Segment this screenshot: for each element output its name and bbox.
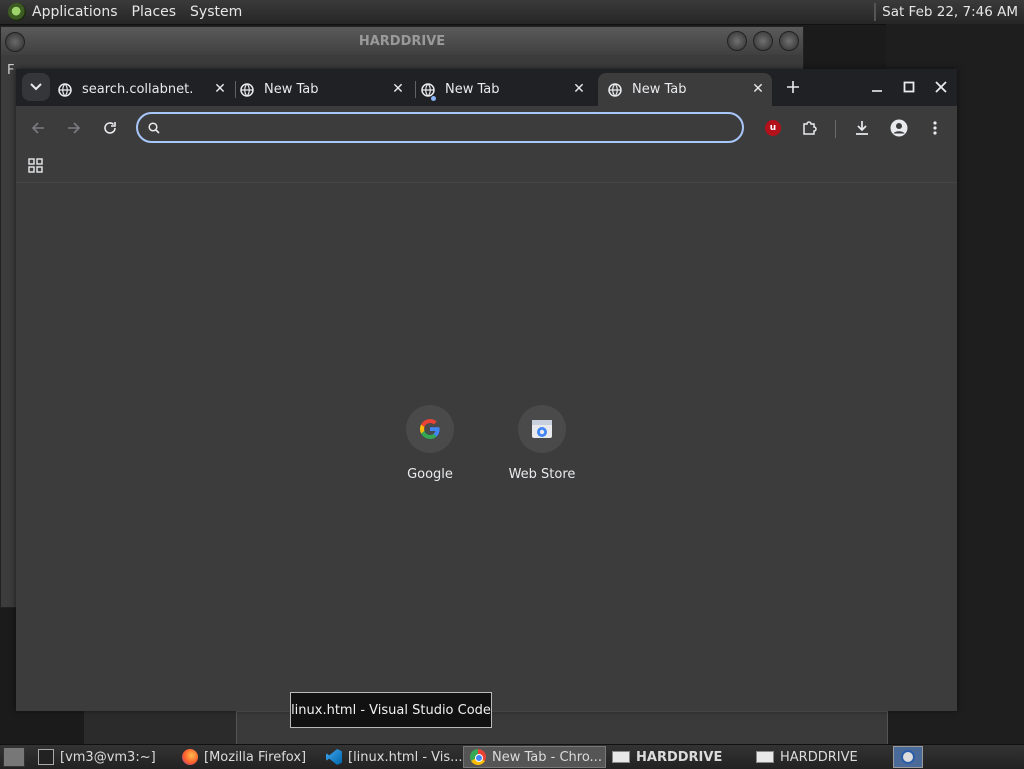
download-icon bbox=[856, 121, 868, 135]
task-label: HARDDRIVE bbox=[780, 749, 858, 765]
task-label: [Mozilla Firefox] bbox=[204, 749, 307, 765]
chrome-icon bbox=[901, 750, 915, 764]
shortcut-label: Google bbox=[407, 467, 453, 482]
minimize-button[interactable] bbox=[864, 75, 890, 99]
task-label: [vm3@vm3:~] bbox=[60, 749, 156, 765]
top-panel: Applications Places System Sat Feb 22, 7… bbox=[0, 0, 1024, 25]
forward-button[interactable] bbox=[60, 114, 88, 142]
shortcut-web-store[interactable]: Web Store bbox=[486, 405, 598, 495]
chevron-down-icon bbox=[30, 83, 42, 91]
google-g-icon bbox=[406, 405, 454, 453]
back-button[interactable] bbox=[24, 114, 52, 142]
globe-icon bbox=[58, 82, 72, 97]
tab-strip: search.collabnet.lo ✕ New Tab ✕ New Tab … bbox=[16, 69, 957, 106]
taskbar-tooltip: linux.html - Visual Studio Code bbox=[290, 692, 492, 728]
avatar-icon bbox=[890, 119, 908, 137]
ublock-icon: u bbox=[765, 120, 781, 136]
tab-search-collabnet[interactable]: search.collabnet.lo ✕ bbox=[58, 73, 234, 106]
extensions-button[interactable] bbox=[796, 114, 824, 142]
puzzle-icon bbox=[803, 121, 817, 135]
close-icon bbox=[935, 81, 947, 93]
tab-new-tab-1[interactable]: New Tab ✕ bbox=[240, 73, 412, 106]
terminal-icon bbox=[38, 749, 54, 765]
ublock-extension-button[interactable]: u bbox=[759, 114, 787, 142]
maximize-icon bbox=[903, 81, 915, 93]
harddrive-menubar[interactable]: F bbox=[7, 63, 15, 78]
chrome-icon bbox=[470, 749, 486, 765]
clock-text: Sat Feb 22, 7:46 AM bbox=[882, 4, 1018, 20]
firefox-icon bbox=[182, 749, 198, 765]
panel-separator bbox=[874, 3, 877, 21]
shortcut-google[interactable]: Google bbox=[374, 405, 486, 495]
search-icon bbox=[148, 122, 160, 134]
toolbar-divider bbox=[835, 120, 836, 138]
tab-new-tab-2[interactable]: New Tab ✕ bbox=[421, 73, 593, 106]
window-menu-icon[interactable] bbox=[5, 32, 25, 52]
task-label: HARDDRIVE bbox=[636, 749, 723, 765]
tab-new-tab-active[interactable]: New Tab ✕ bbox=[598, 73, 772, 106]
arrow-left-icon bbox=[31, 122, 44, 134]
vscode-icon bbox=[326, 749, 342, 765]
kebab-menu-icon bbox=[933, 121, 937, 135]
drive-icon bbox=[612, 751, 630, 763]
places-menu[interactable]: Places bbox=[132, 4, 177, 20]
chrome-menu-button[interactable] bbox=[921, 114, 949, 142]
close-icon[interactable]: ✕ bbox=[571, 81, 587, 97]
distro-logo-icon[interactable] bbox=[8, 3, 26, 21]
shortcut-label: Web Store bbox=[508, 467, 576, 482]
tab-title: New Tab bbox=[632, 82, 687, 97]
task-harddrive-2[interactable]: HARDDRIVE bbox=[750, 746, 892, 768]
applications-menu[interactable]: Applications bbox=[32, 4, 118, 20]
chrome-window: search.collabnet.lo ✕ New Tab ✕ New Tab … bbox=[16, 69, 957, 711]
task-vscode[interactable]: [linux.html - Vis... bbox=[320, 746, 462, 768]
plus-icon bbox=[787, 81, 799, 93]
drive-icon bbox=[756, 751, 774, 763]
close-window-button[interactable] bbox=[928, 75, 954, 99]
arrow-right-icon bbox=[68, 122, 81, 134]
profile-button[interactable] bbox=[885, 114, 913, 142]
close-icon[interactable]: ✕ bbox=[390, 81, 406, 97]
downloads-button[interactable] bbox=[848, 114, 876, 142]
address-input[interactable] bbox=[168, 118, 732, 140]
apps-grid-icon bbox=[28, 158, 43, 173]
task-firefox[interactable]: [Mozilla Firefox] bbox=[176, 746, 318, 768]
reload-button[interactable] bbox=[96, 114, 124, 142]
reload-icon bbox=[104, 122, 116, 134]
harddrive-titlebar[interactable]: HARDDRIVE bbox=[1, 27, 803, 55]
tab-title: search.collabnet.lo bbox=[82, 82, 192, 97]
address-bar[interactable] bbox=[136, 112, 744, 143]
close-icon[interactable]: ✕ bbox=[750, 81, 766, 97]
bookmarks-bar bbox=[16, 150, 957, 182]
harddrive-title: HARDDRIVE bbox=[358, 33, 446, 49]
maximize-button[interactable] bbox=[896, 75, 922, 99]
task-chrome[interactable]: New Tab - Chro... bbox=[463, 746, 606, 768]
loading-dot-icon bbox=[431, 95, 436, 101]
minimize-icon[interactable] bbox=[727, 31, 747, 51]
close-icon[interactable]: ✕ bbox=[212, 81, 228, 97]
maximize-icon[interactable] bbox=[753, 31, 773, 51]
task-harddrive-1[interactable]: HARDDRIVE bbox=[606, 746, 748, 768]
task-label: New Tab - Chro... bbox=[492, 749, 602, 765]
task-terminal[interactable]: [vm3@vm3:~] bbox=[32, 746, 174, 768]
new-tab-button[interactable] bbox=[780, 75, 806, 99]
tab-title: New Tab bbox=[445, 82, 500, 97]
toolbar: u bbox=[16, 106, 957, 150]
workspace-switcher[interactable] bbox=[893, 746, 923, 768]
tab-title: New Tab bbox=[264, 82, 319, 97]
system-menu[interactable]: System bbox=[190, 4, 242, 20]
globe-icon bbox=[421, 82, 436, 101]
apps-button[interactable] bbox=[28, 158, 43, 177]
web-store-icon bbox=[518, 405, 566, 453]
new-tab-page: Google Web Store bbox=[16, 182, 957, 711]
task-label: [linux.html - Vis... bbox=[348, 749, 462, 765]
tab-search-button[interactable] bbox=[22, 73, 50, 101]
globe-icon bbox=[240, 82, 254, 97]
globe-icon bbox=[608, 82, 622, 97]
show-desktop-icon[interactable] bbox=[3, 747, 25, 767]
bottom-taskbar: [vm3@vm3:~] [Mozilla Firefox] [linux.htm… bbox=[0, 744, 1024, 769]
clock[interactable]: Sat Feb 22, 7:46 AM bbox=[874, 3, 1018, 21]
close-icon[interactable] bbox=[779, 31, 799, 51]
minimize-icon bbox=[872, 90, 882, 92]
